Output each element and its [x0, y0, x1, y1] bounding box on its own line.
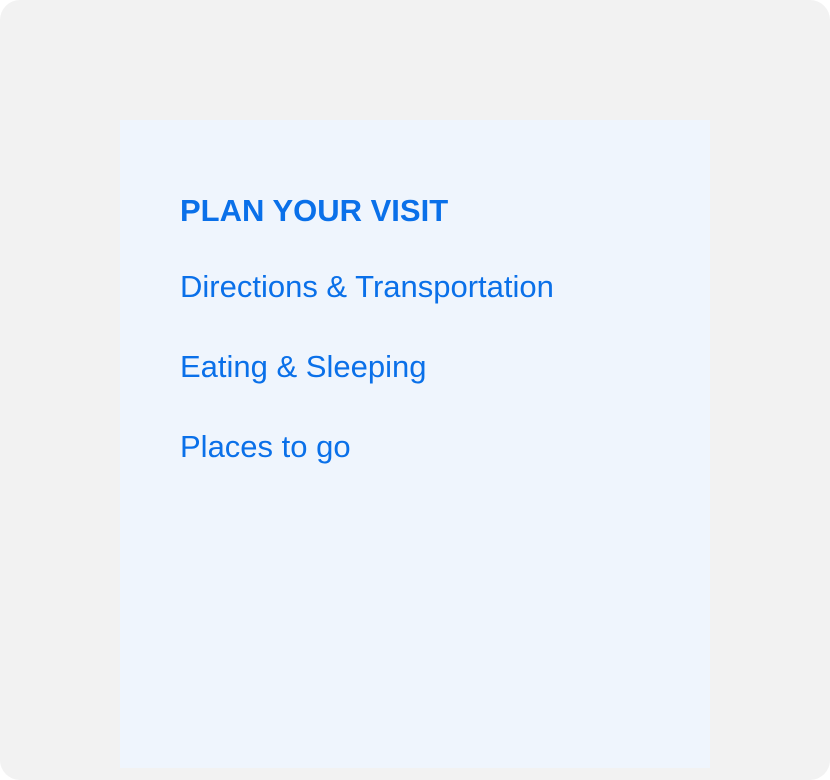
link-places-to-go[interactable]: Places to go: [180, 428, 351, 466]
link-directions-transportation[interactable]: Directions & Transportation: [180, 268, 554, 306]
plan-visit-menu: PLAN YOUR VISIT Directions & Transportat…: [120, 120, 710, 768]
page-background: PLAN YOUR VISIT Directions & Transportat…: [0, 0, 830, 780]
link-eating-sleeping[interactable]: Eating & Sleeping: [180, 348, 426, 386]
menu-title: PLAN YOUR VISIT: [180, 193, 449, 228]
